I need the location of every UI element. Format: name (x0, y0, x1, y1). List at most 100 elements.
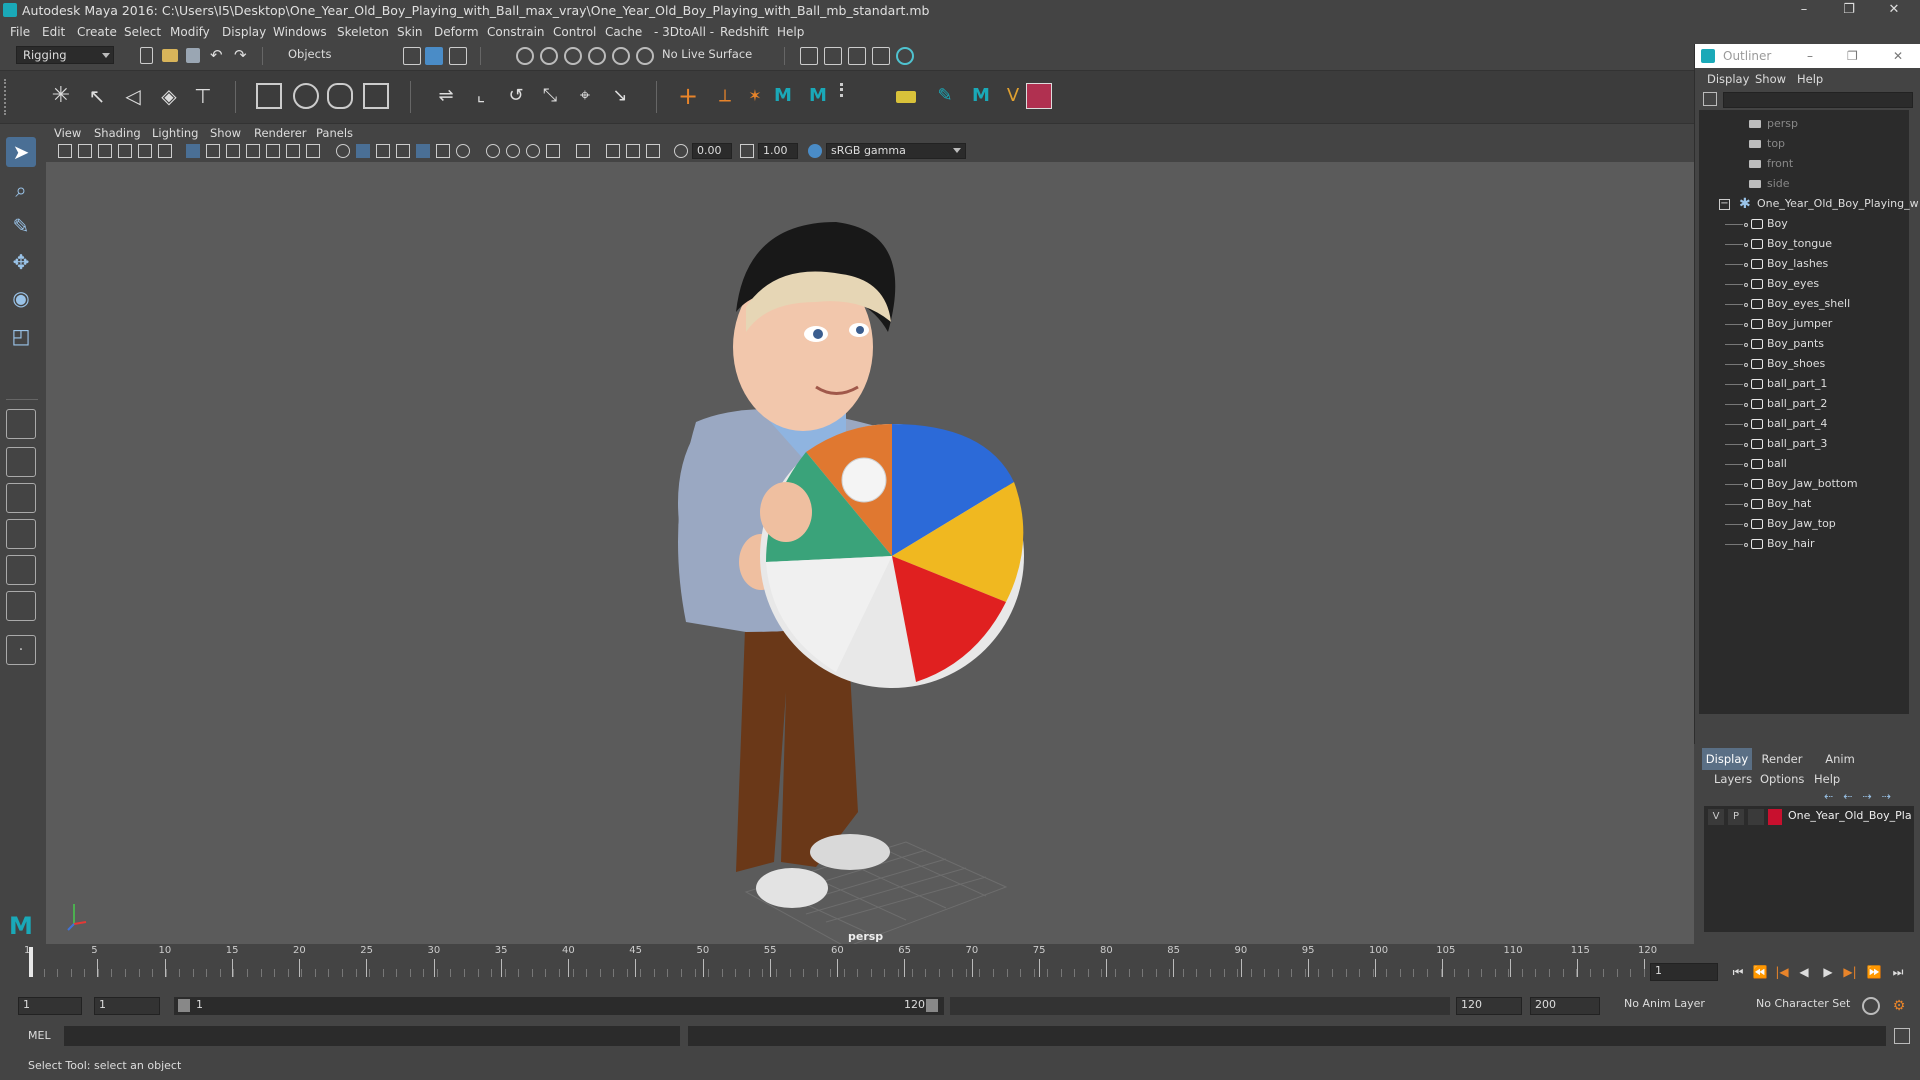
layer-move-icons[interactable]: ⇠⇠⇢⇢ (1824, 790, 1904, 803)
undo-icon[interactable]: ↶ (210, 48, 228, 66)
make-live-icon[interactable] (612, 47, 630, 65)
range-slider-bar[interactable]: 1 120 (174, 997, 944, 1015)
menu-skeleton[interactable]: Skeleton (337, 25, 389, 39)
outliner-item[interactable]: Boy_tongue (1699, 234, 1909, 254)
exposure-field[interactable]: 0.00 (692, 143, 732, 159)
outliner-menu-show[interactable]: Show (1755, 72, 1786, 86)
go-to-end-button[interactable]: ⏭ (1890, 964, 1906, 980)
layer-row[interactable]: V P One_Year_Old_Boy_Pla (1704, 808, 1914, 826)
camera-select-icon[interactable] (58, 144, 72, 158)
safe-action-icon[interactable] (286, 144, 300, 158)
panel-menu-lighting[interactable]: Lighting (152, 126, 198, 140)
2d-pan-zoom-icon[interactable] (138, 144, 152, 158)
textured-icon[interactable] (396, 144, 410, 158)
brush-icon[interactable]: ✎ (932, 83, 958, 109)
snap-surface-icon[interactable] (636, 47, 654, 65)
persp-graph-icon[interactable] (6, 519, 36, 549)
current-frame-field[interactable]: 1 (1650, 963, 1718, 981)
maya-m-alt-icon[interactable]: M (805, 83, 831, 109)
select-component-icon[interactable] (449, 47, 467, 65)
outliner-item[interactable]: Boy_hat (1699, 494, 1909, 514)
panel-menu-renderer[interactable]: Renderer (254, 126, 307, 140)
ik-fk-switch-icon[interactable]: ⟂ (712, 83, 738, 109)
xray-joints-icon[interactable] (606, 144, 620, 158)
menu-3dtoall[interactable]: - 3DtoAll - (654, 25, 714, 39)
layout-menu-icon[interactable]: · (6, 635, 36, 665)
menu-cache[interactable]: Cache (605, 25, 642, 39)
anim-end-field[interactable]: 200 (1530, 997, 1600, 1015)
outliner-item[interactable]: Boy_hair (1699, 534, 1909, 554)
menu-create[interactable]: Create (77, 25, 117, 39)
color-management-icon[interactable] (808, 144, 822, 158)
anim-start-field[interactable]: 1 (18, 997, 82, 1015)
panel-menu-shading[interactable]: Shading (94, 126, 141, 140)
redshift-icon[interactable] (1026, 83, 1052, 109)
panel-menu-view[interactable]: View (54, 126, 81, 140)
grid-toggle-icon[interactable] (186, 144, 200, 158)
anim-layer-dropdown[interactable]: No Anim Layer (1620, 997, 1746, 1015)
save-scene-icon[interactable] (186, 48, 200, 63)
wireframe-icon[interactable] (336, 144, 350, 158)
four-pane-icon[interactable] (6, 447, 36, 477)
select-hierarchy-icon[interactable] (403, 47, 421, 65)
outliner-minimize-button[interactable]: – (1807, 44, 1813, 68)
scale-tool-icon[interactable]: ◰ (6, 321, 36, 351)
motion-blur-icon[interactable] (506, 144, 520, 158)
auto-key-icon[interactable] (1862, 997, 1880, 1015)
paint-weights-icon[interactable]: ⊤ (190, 83, 216, 109)
go-to-start-button[interactable]: ⏮ (1730, 964, 1746, 980)
field-chart-icon[interactable] (266, 144, 280, 158)
outliner-item[interactable]: Boy (1699, 214, 1909, 234)
maya-m-icon[interactable]: M (770, 83, 796, 109)
outliner-item[interactable]: ball_part_4 (1699, 414, 1909, 434)
render-view-icon[interactable] (872, 47, 890, 65)
tab-render[interactable]: Render (1754, 748, 1810, 770)
close-button[interactable]: ✕ (1874, 0, 1914, 21)
rotate-tool-icon[interactable]: ◉ (6, 283, 36, 313)
paint-select-icon[interactable]: ✎ (6, 211, 36, 241)
parent-constraint-icon[interactable]: ⌖ (572, 83, 598, 109)
antialiasing-icon[interactable] (526, 144, 540, 158)
playback-start-field[interactable]: 1 (94, 997, 160, 1015)
outliner-item[interactable]: Boy_lashes (1699, 254, 1909, 274)
range-start-handle[interactable] (178, 999, 190, 1012)
aim-constraint-icon[interactable]: ⌞ (468, 83, 494, 109)
frame-selection-icon[interactable] (646, 144, 660, 158)
maya-script-icon[interactable]: M (968, 83, 994, 109)
lattice-icon[interactable] (256, 83, 282, 109)
tab-display[interactable]: Display (1702, 748, 1752, 770)
depth-of-field-icon[interactable] (546, 144, 560, 158)
snap-view-plane-icon[interactable] (588, 47, 606, 65)
layer-menu-help[interactable]: Help (1814, 772, 1840, 786)
snap-curve-icon[interactable] (540, 47, 558, 65)
time-slider[interactable]: 1 5 10 15 20 25 30 35 40 45 50 55 60 65 70 75 80 85 90 95 10… (0, 945, 1920, 990)
collapse-icon[interactable]: − (1719, 199, 1730, 210)
step-back-key-button[interactable]: ⏪ (1752, 964, 1768, 980)
playback-end-field[interactable]: 120 (1456, 997, 1522, 1015)
wrap-icon[interactable] (327, 83, 353, 109)
outliner-camera-side[interactable]: side (1699, 174, 1909, 194)
bookmark-icon[interactable] (98, 144, 112, 158)
menuset-dropdown[interactable]: Rigging (16, 46, 114, 64)
script-editor-icon[interactable] (1894, 1028, 1910, 1044)
locator-icon[interactable]: + (675, 83, 701, 109)
character-set-dropdown[interactable]: No Character Set (1752, 997, 1862, 1015)
shelf-menu-icon[interactable] (4, 79, 18, 115)
blend-shape-icon[interactable] (363, 83, 389, 109)
ambient-occlusion-icon[interactable] (486, 144, 500, 158)
outliner-group-root[interactable]: − ✱ One_Year_Old_Boy_Playing_w (1699, 194, 1919, 214)
menu-modify[interactable]: Modify (170, 25, 210, 39)
hypershade-layout-icon[interactable] (6, 555, 36, 585)
layer-menu-options[interactable]: Options (1760, 772, 1804, 786)
point-constraint-icon[interactable]: ⇌ (433, 83, 459, 109)
new-scene-icon[interactable] (140, 47, 153, 64)
render-frame-icon[interactable] (824, 47, 842, 65)
outliner-filter-icon[interactable] (1703, 92, 1717, 106)
menu-constrain[interactable]: Constrain (487, 25, 545, 39)
dotted-grid-icon[interactable] (840, 83, 852, 97)
view-transform-dropdown[interactable]: sRGB gamma (826, 143, 966, 159)
outliner-item[interactable]: ball (1699, 454, 1909, 474)
cluster-icon[interactable] (293, 83, 319, 109)
gamma-icon[interactable] (740, 144, 754, 158)
lighting-icon[interactable] (416, 144, 430, 158)
